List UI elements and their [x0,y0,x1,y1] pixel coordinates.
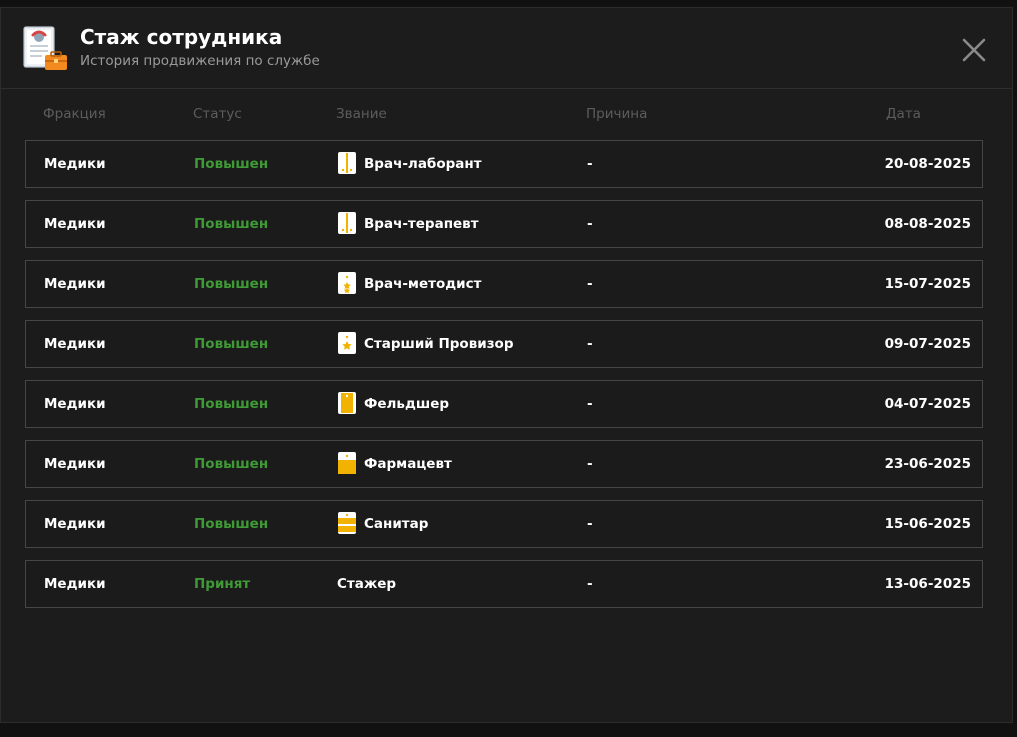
rank-label: Санитар [364,516,429,532]
faction-cell: Медики [44,336,106,352]
status-cell: Повышен [194,456,269,472]
reason-cell: - [587,216,593,232]
reason-cell: - [587,576,593,592]
epaulette-stripe-dots-icon [338,151,356,174]
column-header-faction: Фракция [43,106,106,122]
status-cell: Повышен [194,396,269,412]
status-cell: Повышен [194,156,269,172]
epaulette-bars-icon [338,511,356,534]
seniority-modal: Стаж сотрудника История продвижения по с… [0,7,1013,723]
rank-label: Фельдшер [364,396,450,412]
table-row: Медики Повышен Фельдшер - 04-07-2025 [25,380,983,428]
epaulette-stripe-dots-icon [338,211,356,234]
date-cell: 15-06-2025 [884,516,971,532]
rank-cell: Санитар [337,501,428,547]
date-cell: 09-07-2025 [884,336,971,352]
status-cell: Повышен [194,516,269,532]
faction-cell: Медики [44,156,106,172]
date-cell: 15-07-2025 [884,276,971,292]
status-cell: Повышен [194,336,269,352]
table-row: Медики Повышен Старший Провизор - 09-07-2025 [25,320,983,368]
rank-cell: Врач-методист [337,261,481,307]
rank-cell: Стажер [337,561,396,607]
status-cell: Принят [194,576,251,592]
faction-cell: Медики [44,576,106,592]
reason-cell: - [587,396,593,412]
faction-cell: Медики [44,456,106,472]
document-briefcase-icon [23,26,67,70]
table-row: Медики Принят Стажер - 13-06-2025 [25,560,983,608]
epaulette-star-icon [338,331,356,354]
rank-label: Старший Провизор [364,336,514,352]
reason-cell: - [587,516,593,532]
status-cell: Повышен [194,276,269,292]
faction-cell: Медики [44,516,106,532]
column-header-status: Статус [193,106,242,122]
reason-cell: - [587,336,593,352]
table-row: Медики Повышен Врач-терапевт - 08-08-2025 [25,200,983,248]
rank-cell: Врач-лаборант [337,141,482,187]
reason-cell: - [587,456,593,472]
modal-header: Стаж сотрудника История продвижения по с… [1,8,1012,89]
faction-cell: Медики [44,216,106,232]
epaulette-wide-stripe-icon [338,391,356,414]
date-cell: 23-06-2025 [884,456,971,472]
table-row: Медики Повышен Врач-методист - 15-07-2025 [25,260,983,308]
table-row: Медики Повышен Санитар - 15-06-2025 [25,500,983,548]
column-header-rank: Звание [336,106,387,122]
column-header-date: Дата [886,106,921,122]
epaulette-bar-icon [338,451,356,474]
rank-cell: Старший Провизор [337,321,513,367]
close-icon[interactable] [959,35,989,65]
rank-label: Врач-лаборант [364,156,482,172]
table-row: Медики Повышен Фармацевт - 23-06-2025 [25,440,983,488]
faction-cell: Медики [44,276,106,292]
table-row: Медики Повышен Врач-лаборант - 20-08-2025 [25,140,983,188]
date-cell: 08-08-2025 [884,216,971,232]
reason-cell: - [587,276,593,292]
rank-label: Стажер [337,576,397,592]
faction-cell: Медики [44,396,106,412]
status-cell: Повышен [194,216,269,232]
date-cell: 13-06-2025 [884,576,971,592]
column-header-reason: Причина [586,106,648,122]
rank-label: Врач-методист [364,276,482,292]
rank-cell: Врач-терапевт [337,201,479,247]
rank-label: Фармацевт [364,456,452,472]
epaulette-stars-icon [338,271,356,294]
page-title: Стаж сотрудника [80,25,283,49]
reason-cell: - [587,156,593,172]
rank-cell: Фармацевт [337,441,452,487]
date-cell: 20-08-2025 [884,156,971,172]
rank-cell: Фельдшер [337,381,449,427]
date-cell: 04-07-2025 [884,396,971,412]
rank-label: Врач-терапевт [364,216,479,232]
page-subtitle: История продвижения по службе [80,53,320,69]
